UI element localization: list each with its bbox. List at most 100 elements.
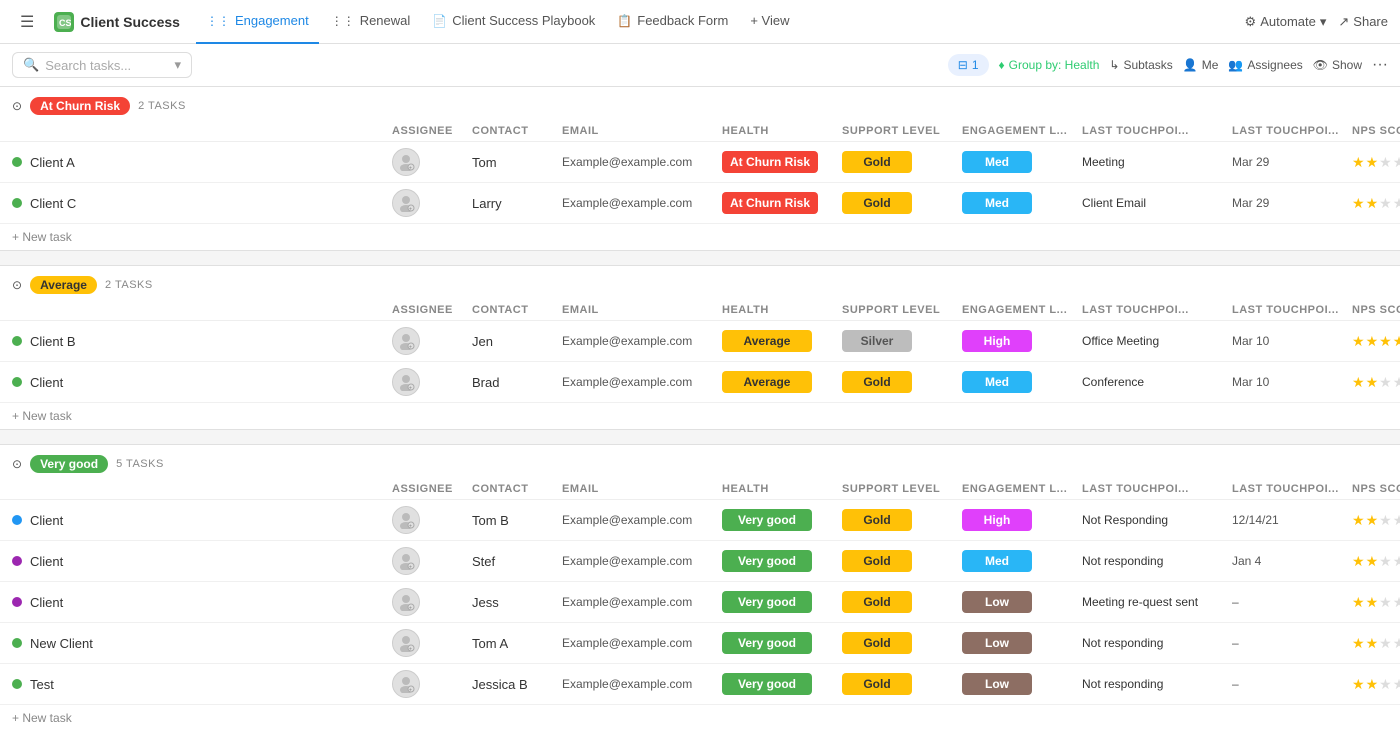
table-row[interactable]: New Client + Tom A Example@example.com V… [0,623,1400,664]
health-cell: Average [722,330,842,352]
engagement-icon: ⋮⋮ [206,14,230,28]
more-options-button[interactable]: ··· [1372,56,1388,74]
assignee-avatar: + [392,189,420,217]
svg-text:+: + [409,688,412,694]
table-row[interactable]: Client + Tom B Example@example.com Very … [0,500,1400,541]
engagement-cell: Med [962,192,1082,214]
hamburger-menu[interactable]: ☰ [12,8,42,36]
last-touch1-cell: Office Meeting [1082,334,1232,348]
col-header-3: EMAIL [562,125,722,137]
col-header-1: ASSIGNEE [392,304,472,316]
star-filled: ★ [1352,512,1365,529]
contact-cell: Jessica B [472,677,562,692]
engagement-badge: High [962,330,1032,352]
subtasks-button[interactable]: ↳ Subtasks [1109,58,1172,72]
brand-name: Client Success [80,14,180,30]
star-filled: ★ [1352,635,1365,652]
star-rating: ★★★★★ [1352,553,1400,570]
star-rating: ★★★★★ [1352,594,1400,611]
renewal-icon: ⋮⋮ [331,14,355,28]
star-filled: ★ [1352,333,1365,350]
feedback-icon: 📋 [617,14,632,28]
toolbar-right: ⊟ 1 ♦ Group by: Health ↳ Subtasks 👤 Me 👥… [948,54,1388,76]
support-cell: Gold [842,591,962,613]
svg-text:+: + [409,565,412,571]
star-empty: ★ [1393,374,1400,391]
health-badge: Very good [722,632,812,654]
share-button[interactable]: ↗ Share [1338,14,1388,30]
new-task-button[interactable]: + New task [0,224,1400,250]
nps-cell: ★★★★★ [1352,512,1400,529]
tab-playbook[interactable]: 📄 Client Success Playbook [422,0,605,44]
col-header-5: SUPPORT LEVEL [842,125,962,137]
star-empty: ★ [1379,553,1392,570]
table-row[interactable]: Client + Brad Example@example.com Averag… [0,362,1400,403]
new-task-button[interactable]: + New task [0,705,1400,731]
section-toggle-churn[interactable]: ⊙ [12,99,22,113]
star-filled: ★ [1366,512,1379,529]
engagement-badge: Med [962,371,1032,393]
top-nav: ☰ CS Client Success ⋮⋮ Engagement ⋮⋮ Ren… [0,0,1400,44]
svg-text:CS: CS [59,18,71,28]
toolbar: 🔍 Search tasks... ▾ ⊟ 1 ♦ Group by: Heal… [0,44,1400,87]
me-button[interactable]: 👤 Me [1183,58,1219,72]
section-toggle-average[interactable]: ⊙ [12,278,22,292]
show-button[interactable]: 👁 Show [1313,58,1362,72]
section-task-count-churn: 2 TASKS [138,100,186,112]
health-cell: Very good [722,591,842,613]
star-filled: ★ [1366,553,1379,570]
star-filled: ★ [1352,374,1365,391]
new-task-button[interactable]: + New task [0,403,1400,429]
assignee-avatar: + [392,148,420,176]
task-dot [12,377,22,387]
engagement-badge: Low [962,591,1032,613]
email-cell: Example@example.com [562,196,722,210]
section-task-count-verygood: 5 TASKS [116,458,164,470]
me-label: Me [1202,58,1219,72]
svg-text:+: + [409,524,412,530]
tab-renewal[interactable]: ⋮⋮ Renewal [321,0,421,44]
nps-cell: ★★★★★ [1352,594,1400,611]
star-empty: ★ [1379,154,1392,171]
search-box[interactable]: 🔍 Search tasks... ▾ [12,52,192,78]
table-row[interactable]: Client + Stef Example@example.com Very g… [0,541,1400,582]
tab-view[interactable]: + View [740,0,799,44]
health-cell: Very good [722,509,842,531]
assignee-cell: + [392,629,472,657]
star-filled: ★ [1366,676,1379,693]
engagement-cell: Med [962,371,1082,393]
star-filled: ★ [1366,594,1379,611]
assignee-cell: + [392,327,472,355]
filter-button[interactable]: ⊟ 1 [948,54,989,76]
table-row[interactable]: Client A + Tom Example@example.com At Ch… [0,142,1400,183]
task-label: Client A [30,155,75,170]
engagement-badge: High [962,509,1032,531]
assignee-cell: + [392,506,472,534]
svg-text:+: + [409,647,412,653]
engagement-cell: Med [962,550,1082,572]
star-filled: ★ [1366,333,1379,350]
tab-engagement[interactable]: ⋮⋮ Engagement [196,0,319,44]
col-header-1: ASSIGNEE [392,125,472,137]
support-cell: Gold [842,550,962,572]
table-row[interactable]: Client C + Larry Example@example.com At … [0,183,1400,224]
email-cell: Example@example.com [562,677,722,691]
brand: CS Client Success [46,12,188,32]
table-row[interactable]: Client + Jess Example@example.com Very g… [0,582,1400,623]
filter-count: 1 [972,58,979,72]
table-row[interactable]: Client B + Jen Example@example.com Avera… [0,321,1400,362]
table-row[interactable]: Test + Jessica B Example@example.com Ver… [0,664,1400,705]
automate-button[interactable]: ⚙ Automate ▾ [1245,14,1327,30]
star-filled: ★ [1352,553,1365,570]
tab-view-label: + View [750,13,789,28]
group-by-button[interactable]: ♦ Group by: Health [999,58,1100,72]
tab-feedback[interactable]: 📋 Feedback Form [607,0,738,44]
contact-cell: Brad [472,375,562,390]
automate-icon: ⚙ [1245,14,1257,30]
col-header-2: CONTACT [472,304,562,316]
star-rating: ★★★★★ [1352,635,1400,652]
section-toggle-verygood[interactable]: ⊙ [12,457,22,471]
task-name: Client [12,595,392,610]
assignees-button[interactable]: 👥 Assignees [1228,58,1302,72]
support-cell: Gold [842,371,962,393]
